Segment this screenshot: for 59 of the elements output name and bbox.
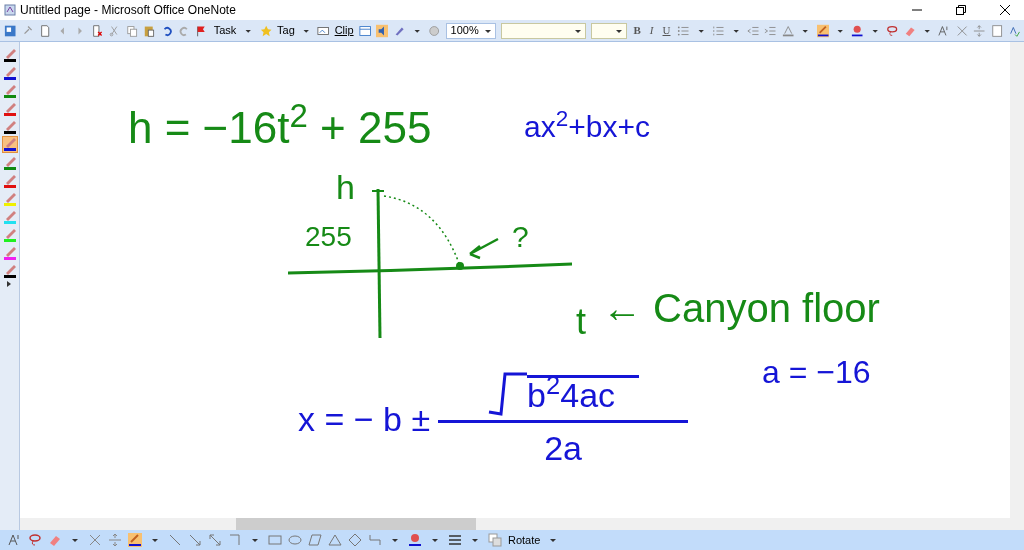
- zoom-value: 100%: [450, 23, 479, 39]
- underline-button[interactable]: U: [660, 22, 673, 39]
- font-color-icon[interactable]: [781, 23, 795, 38]
- star-icon[interactable]: [259, 23, 273, 38]
- ellipse-icon[interactable]: [288, 533, 302, 547]
- handwritten-text: a = −16: [762, 356, 871, 388]
- graph-label: 255: [305, 223, 352, 251]
- pen-button[interactable]: [1, 136, 18, 153]
- pen-button[interactable]: [1, 262, 18, 279]
- parallelogram-icon[interactable]: [308, 533, 322, 547]
- italic-button[interactable]: I: [647, 22, 656, 39]
- window-icon[interactable]: [358, 23, 371, 38]
- formula-text: x = − b ±: [298, 401, 431, 436]
- zoom-dropdown[interactable]: 100%: [445, 22, 496, 39]
- tag-button[interactable]: Tag: [277, 22, 295, 39]
- cross-icon[interactable]: [955, 23, 969, 38]
- speaker-icon[interactable]: [375, 23, 389, 38]
- page-view-icon[interactable]: [4, 23, 17, 38]
- rotate-button[interactable]: Rotate: [508, 531, 541, 549]
- square-root-sign: [487, 372, 528, 416]
- task-button[interactable]: Task: [212, 22, 238, 39]
- vertical-scrollbar[interactable]: [1010, 42, 1024, 518]
- app-icon: [4, 4, 16, 16]
- triangle-icon[interactable]: [328, 533, 342, 547]
- handwritten-text: ax$^{2}$+bx+c: [524, 112, 650, 142]
- lasso-icon[interactable]: [28, 533, 42, 547]
- pen-color-icon[interactable]: [816, 23, 829, 38]
- close-icon[interactable]: [1000, 5, 1010, 15]
- graph-label: t: [576, 304, 586, 340]
- pen-button[interactable]: [1, 64, 18, 81]
- cross-icon[interactable]: [88, 533, 102, 547]
- clip-button[interactable]: Clip: [334, 22, 354, 39]
- line-weight-icon[interactable]: [448, 533, 462, 547]
- horizontal-scrollbar[interactable]: [20, 518, 1024, 530]
- graph-label: h: [336, 170, 355, 204]
- formula-text: 2a: [544, 431, 582, 465]
- pen-color-icon[interactable]: [128, 533, 142, 547]
- double-arrow-icon[interactable]: [208, 533, 222, 547]
- pen-button[interactable]: [1, 46, 18, 63]
- delete-page-icon[interactable]: [90, 23, 104, 38]
- text-size-icon[interactable]: [938, 23, 951, 38]
- handwritten-text: ← Canyon floor: [602, 288, 880, 328]
- pen-button[interactable]: [1, 118, 18, 135]
- handwritten-text: h = −16t$^{2}$ + 255: [128, 106, 432, 150]
- diamond-icon[interactable]: [348, 533, 362, 547]
- restore-icon[interactable]: [956, 5, 966, 15]
- lasso-icon[interactable]: [886, 23, 899, 38]
- scroll-thumb[interactable]: [236, 518, 476, 530]
- page-icon[interactable]: [990, 23, 1003, 38]
- graph-label: ?: [512, 222, 529, 252]
- new-page-icon[interactable]: [38, 23, 52, 38]
- insert-space-icon[interactable]: [108, 533, 122, 547]
- text-size-icon[interactable]: [8, 533, 22, 547]
- copy-icon[interactable]: [125, 23, 139, 38]
- arrow-icon[interactable]: [188, 533, 202, 547]
- line-icon[interactable]: [168, 533, 182, 547]
- window-title: Untitled page - Microsoft Office OneNote: [20, 2, 236, 19]
- bold-button[interactable]: B: [631, 22, 643, 39]
- arrange-icon[interactable]: [488, 533, 502, 547]
